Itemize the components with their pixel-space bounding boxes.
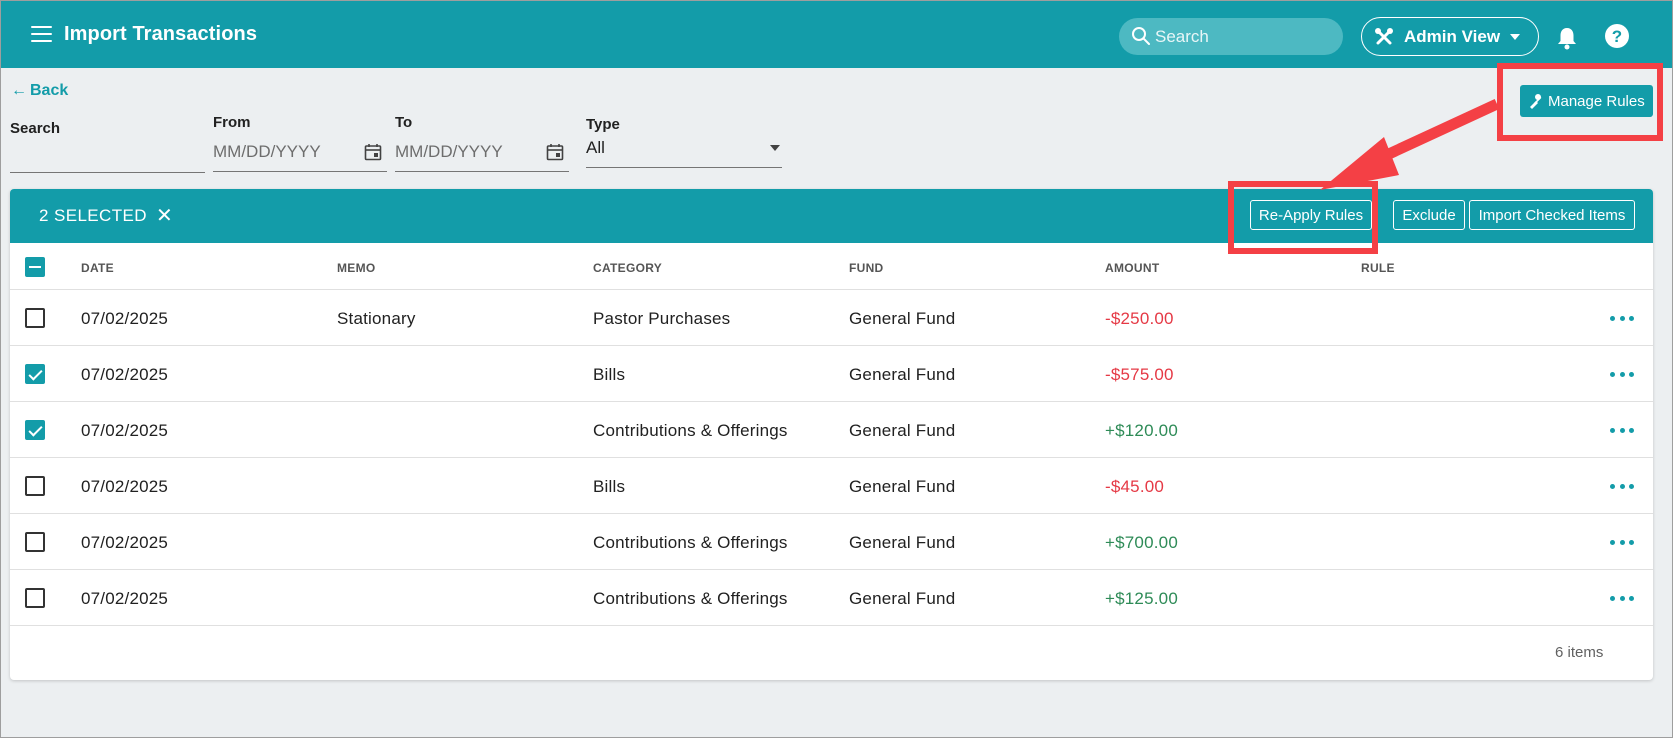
rules-icon xyxy=(1530,94,1542,109)
back-link[interactable]: ← Back xyxy=(11,82,68,100)
row-checkbox[interactable] xyxy=(25,420,45,440)
clear-selection-icon[interactable]: ✕ xyxy=(156,203,173,228)
cell-amount: +$125.00 xyxy=(1105,589,1178,608)
bell-icon[interactable] xyxy=(1556,26,1578,50)
cell-amount: +$700.00 xyxy=(1105,533,1178,552)
manage-rules-button[interactable]: Manage Rules xyxy=(1520,85,1653,117)
cell-date: 07/02/2025 xyxy=(81,533,169,552)
cell-category: Contributions & Offerings xyxy=(593,589,788,608)
row-checkbox[interactable] xyxy=(25,308,45,328)
global-search[interactable] xyxy=(1119,18,1343,55)
cell-fund: General Fund xyxy=(849,589,956,608)
table-row[interactable]: 07/02/2025 Contributions & Offerings Gen… xyxy=(10,514,1653,570)
cell-category: Pastor Purchases xyxy=(593,309,731,328)
back-label: Back xyxy=(30,82,69,99)
global-search-input[interactable] xyxy=(1155,18,1335,55)
cell-fund: General Fund xyxy=(849,477,956,496)
more-horizontal-icon[interactable] xyxy=(1610,476,1634,496)
top-app-bar: Import Transactions Admin View ? xyxy=(1,1,1672,68)
column-header-fund[interactable]: FUND xyxy=(849,261,884,275)
admin-view-button[interactable]: Admin View xyxy=(1361,17,1539,56)
column-header-memo[interactable]: MEMO xyxy=(337,261,376,275)
cell-date: 07/02/2025 xyxy=(81,309,169,328)
search-filter-label: Search xyxy=(10,120,61,137)
cell-amount: -$575.00 xyxy=(1105,365,1174,384)
cell-date: 07/02/2025 xyxy=(81,477,169,496)
from-date-input[interactable] xyxy=(213,138,358,166)
cell-amount: -$250.00 xyxy=(1105,309,1174,328)
manage-rules-label: Manage Rules xyxy=(1548,92,1645,110)
more-horizontal-icon[interactable] xyxy=(1610,532,1634,552)
more-horizontal-icon[interactable] xyxy=(1610,364,1634,384)
table-header: DATE MEMO CATEGORY FUND AMOUNT RULE xyxy=(10,243,1653,290)
cell-category: Contributions & Offerings xyxy=(593,421,788,440)
cell-category: Bills xyxy=(593,477,626,496)
calendar-icon[interactable] xyxy=(546,143,564,161)
cell-amount: -$45.00 xyxy=(1105,477,1165,496)
table-row[interactable]: 07/02/2025 Bills General Fund -$45.00 xyxy=(10,458,1653,514)
table-row[interactable]: 07/02/2025 Stationary Pastor Purchases G… xyxy=(10,290,1653,346)
chevron-down-icon[interactable] xyxy=(770,145,780,151)
help-icon[interactable]: ? xyxy=(1604,23,1630,49)
row-checkbox[interactable] xyxy=(25,364,45,384)
from-date-underline xyxy=(213,171,387,172)
exclude-button[interactable]: Exclude xyxy=(1393,200,1465,230)
table-row[interactable]: 07/02/2025 Contributions & Offerings Gen… xyxy=(10,402,1653,458)
cell-fund: General Fund xyxy=(849,421,956,440)
search-filter-underline xyxy=(10,172,205,173)
cell-fund: General Fund xyxy=(849,533,956,552)
table-row[interactable]: 07/02/2025 Contributions & Offerings Gen… xyxy=(10,570,1653,626)
search-icon xyxy=(1132,27,1150,45)
chevron-down-icon xyxy=(1510,33,1521,40)
cell-category: Contributions & Offerings xyxy=(593,533,788,552)
cell-fund: General Fund xyxy=(849,365,956,384)
select-all-checkbox[interactable] xyxy=(25,257,45,277)
more-horizontal-icon[interactable] xyxy=(1610,308,1634,328)
reapply-rules-button[interactable]: Re-Apply Rules xyxy=(1250,200,1372,230)
search-filter-input[interactable] xyxy=(10,140,205,168)
to-label: To xyxy=(395,114,413,131)
cell-date: 07/02/2025 xyxy=(81,589,169,608)
from-label: From xyxy=(213,114,251,131)
selection-toolbar: 2 SELECTED ✕ Re-Apply Rules Exclude Impo… xyxy=(10,189,1653,243)
column-header-category[interactable]: CATEGORY xyxy=(593,261,662,275)
to-date-input[interactable] xyxy=(395,138,540,166)
page-title: Import Transactions xyxy=(64,23,258,45)
more-horizontal-icon[interactable] xyxy=(1610,588,1634,608)
to-date-underline xyxy=(395,171,569,172)
more-horizontal-icon[interactable] xyxy=(1610,420,1634,440)
calendar-icon[interactable] xyxy=(364,143,382,161)
type-select-underline xyxy=(586,167,782,168)
selected-count: 2 SELECTED xyxy=(39,206,147,225)
cell-date: 07/02/2025 xyxy=(81,421,169,440)
transactions-card: 2 SELECTED ✕ Re-Apply Rules Exclude Impo… xyxy=(10,189,1653,680)
cell-category: Bills xyxy=(593,365,626,384)
arrow-left-icon: ← xyxy=(11,82,27,99)
cell-fund: General Fund xyxy=(849,309,956,328)
row-checkbox[interactable] xyxy=(25,532,45,552)
admin-view-label: Admin View xyxy=(1404,26,1501,46)
row-checkbox[interactable] xyxy=(25,588,45,608)
cell-date: 07/02/2025 xyxy=(81,365,169,384)
svg-text:?: ? xyxy=(1612,27,1622,46)
type-label: Type xyxy=(586,116,620,133)
column-header-date[interactable]: DATE xyxy=(81,261,114,275)
column-header-amount[interactable]: AMOUNT xyxy=(1105,261,1159,275)
items-count: 6 items xyxy=(1555,644,1604,661)
table-row[interactable]: 07/02/2025 Bills General Fund -$575.00 xyxy=(10,346,1653,402)
row-checkbox[interactable] xyxy=(25,476,45,496)
hamburger-icon[interactable] xyxy=(31,26,52,42)
cell-memo: Stationary xyxy=(337,309,416,328)
import-checked-button[interactable]: Import Checked Items xyxy=(1469,200,1635,230)
column-header-rule[interactable]: RULE xyxy=(1361,261,1395,275)
type-select[interactable]: All xyxy=(586,138,605,158)
cell-amount: +$120.00 xyxy=(1105,421,1178,440)
tools-icon xyxy=(1375,27,1393,44)
